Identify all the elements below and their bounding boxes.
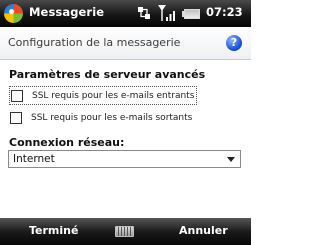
status-bar: Messagerie 07:23 [0, 0, 251, 27]
checkbox-label: SSL requis pour les e-mails sortants [31, 112, 193, 123]
keyboard-icon[interactable] [115, 226, 134, 237]
app-title: Messagerie [29, 5, 105, 19]
battery-icon[interactable] [182, 9, 200, 19]
dropdown-arrow-icon[interactable] [227, 157, 235, 162]
network-connection-label: Connexion réseau: [9, 136, 125, 149]
cancel-button[interactable]: Annuler [179, 224, 228, 237]
page-title: Configuration de la messagerie [8, 36, 181, 49]
checkbox-ssl-outgoing[interactable]: SSL requis pour les e-mails sortants [9, 109, 192, 126]
help-icon[interactable]: ? [226, 35, 242, 51]
network-connection-select[interactable]: Internet [8, 150, 241, 168]
checkbox-label: SSL requis pour les e-mails entrants [32, 90, 195, 101]
checkbox-box[interactable] [11, 89, 23, 102]
select-value: Internet [13, 153, 55, 165]
checkbox-ssl-incoming[interactable]: SSL requis pour les e-mails entrants [9, 86, 198, 105]
section-heading: Paramètres de serveur avancés [9, 68, 206, 81]
checkbox-box[interactable] [10, 111, 22, 124]
windows-flag-icon[interactable] [4, 4, 23, 23]
connectivity-icon[interactable] [137, 6, 151, 20]
clock[interactable]: 07:23 [206, 5, 243, 19]
signal-strength-icon[interactable] [158, 4, 178, 22]
softkey-bar: Terminé Annuler [0, 218, 251, 245]
title-bar: Configuration de la messagerie ? [0, 27, 251, 60]
done-button[interactable]: Terminé [29, 224, 78, 237]
